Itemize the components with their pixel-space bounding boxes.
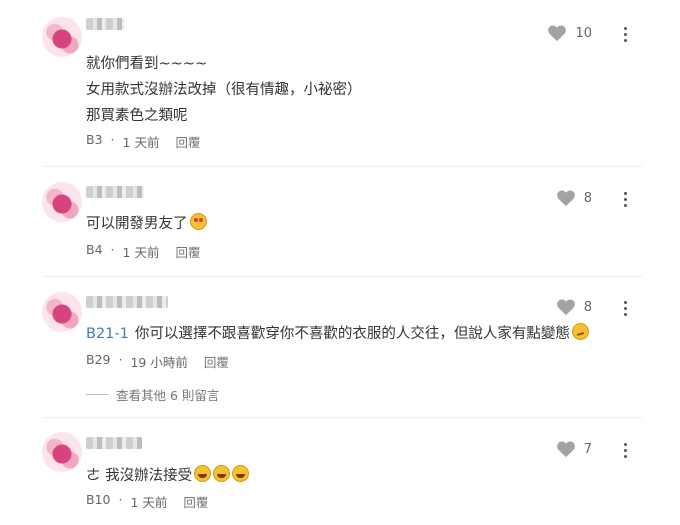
avatar[interactable] [42,17,82,57]
timestamp: 19 小時前 [130,355,188,370]
laughing-emoji-icon [194,465,212,482]
divider [44,276,642,277]
heart-eyes-emoji-icon [189,213,207,230]
reply-button[interactable]: 回覆 [175,242,200,261]
username-blurred[interactable] [86,186,144,198]
username-blurred[interactable] [86,437,142,449]
floor-number: B3 [86,132,103,147]
avatar[interactable] [42,292,82,332]
like-group[interactable]: 10 [547,24,592,42]
reply-button[interactable]: 回覆 [183,492,208,511]
floor-number: B10 [86,492,111,507]
timestamp: 1 天前 [130,495,168,510]
laughing-emoji-icon [213,465,231,482]
floor-number: B29 [86,352,111,367]
floor-number: B4 [86,242,103,257]
heart-icon[interactable] [556,189,576,207]
comment-meta: B10 · 1 天前 回覆 [86,492,208,511]
separator: · [110,242,115,257]
comment-text: 你可以選擇不跟喜歡穿你不喜歡的衣服的人交往，但說人家有點變態 [134,326,570,342]
comment-text: ㄜ 我沒辦法接受 [86,468,193,484]
reply-button[interactable]: 回覆 [175,132,200,151]
username-blurred[interactable] [86,18,124,30]
more-options-icon[interactable] [618,298,632,318]
comment-text-line: ㄜ 我沒辦法接受 [86,464,250,485]
avatar[interactable] [42,432,82,472]
laughing-emoji-icon [232,465,250,482]
heart-icon[interactable] [547,24,567,42]
comment-meta: B4 · 1 天前 回覆 [86,242,200,261]
floor-mention-link[interactable]: B21-1 [86,326,129,342]
view-more-replies-button[interactable]: 查看其他 6 則留言 [86,385,219,404]
like-group[interactable]: 8 [556,189,592,207]
avatar[interactable] [42,182,82,222]
more-options-icon[interactable] [618,24,632,44]
comment-text: 可以開發男友了 [86,216,188,232]
reply-button[interactable]: 回覆 [204,352,229,371]
like-count: 10 [575,25,592,41]
divider [44,417,642,418]
separator: · [118,492,123,507]
dash-line [86,394,108,395]
like-count: 8 [583,299,592,315]
timestamp: 1 天前 [122,135,160,150]
view-more-replies-label: 查看其他 6 則留言 [116,388,220,403]
like-count: 7 [583,441,592,457]
like-group[interactable]: 7 [556,440,592,458]
comment-meta: B29 · 19 小時前 回覆 [86,352,229,371]
timestamp: 1 天前 [122,245,160,260]
like-group[interactable]: 8 [556,298,592,316]
comment-text-line: 就你們看到~~~~ [86,56,208,72]
like-count: 8 [583,190,592,206]
comment-text-line: 可以開發男友了 [86,212,207,233]
heart-icon[interactable] [556,440,576,458]
divider [44,166,642,167]
separator: · [110,132,115,147]
comment-meta: B3 · 1 天前 回覆 [86,132,200,151]
comment-text-line: B21-1 你可以選擇不跟喜歡穿你不喜歡的衣服的人交往，但說人家有點變態 [86,322,589,343]
comment-text-line: 那買素色之類呢 [86,108,188,124]
thinking-emoji-icon [571,323,589,340]
more-options-icon[interactable] [618,440,632,460]
more-options-icon[interactable] [618,189,632,209]
separator: · [118,352,123,367]
comment-text-line: 女用款式沒辦法改掉（很有情趣，小祕密） [86,82,362,98]
username-blurred[interactable] [86,296,168,308]
heart-icon[interactable] [556,298,576,316]
